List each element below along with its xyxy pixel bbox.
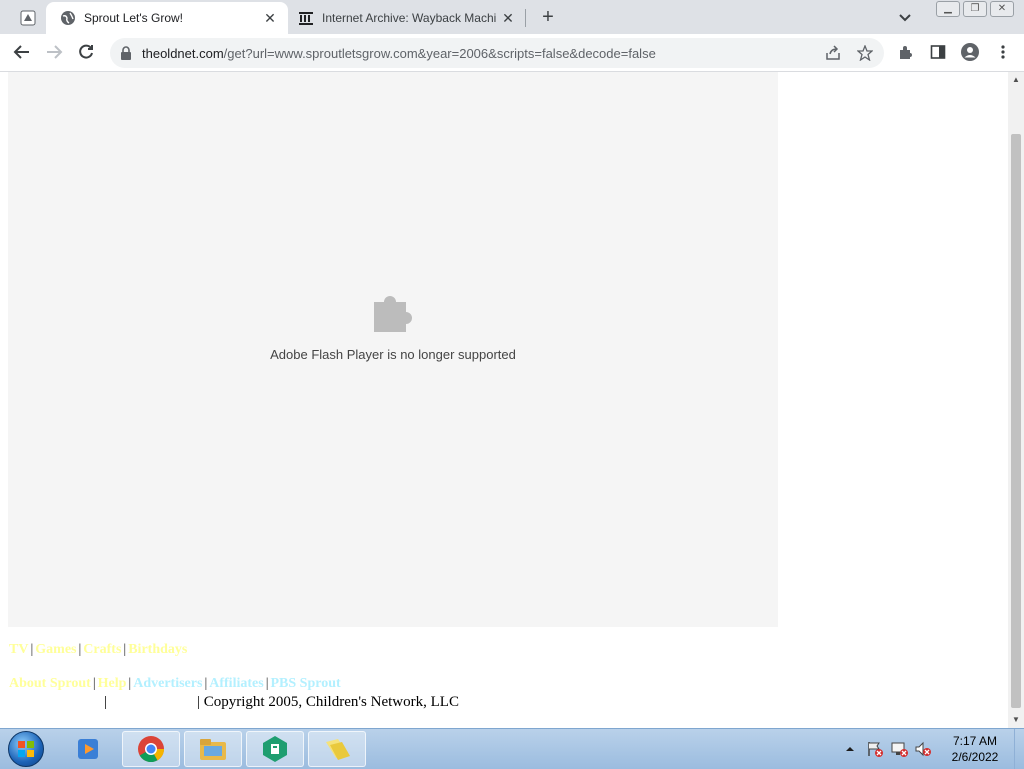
minimize-icon[interactable]: ▁ <box>936 1 960 17</box>
tab-sprout[interactable]: Sprout Let's Grow! ✕ <box>46 2 288 34</box>
nav-link-about[interactable]: About Sprout <box>9 676 91 691</box>
archive-icon <box>298 10 314 26</box>
site-nav-primary: TV | Games | Crafts | Birthdays <box>9 642 187 658</box>
file-explorer-icon <box>200 739 226 760</box>
nav-separator: | <box>204 676 208 691</box>
nav-link-crafts[interactable]: Crafts <box>83 642 121 657</box>
extensions-icon[interactable] <box>897 43 915 61</box>
new-tab-icon[interactable]: + <box>537 6 559 28</box>
tab-close-icon[interactable]: ✕ <box>500 10 516 26</box>
page-viewport: Adobe Flash Player is no longer supporte… <box>0 72 1008 728</box>
nav-link-tv[interactable]: TV <box>9 642 28 657</box>
menu-icon[interactable] <box>994 43 1012 61</box>
green-app-icon <box>263 736 287 762</box>
flash-plugin-area: Adobe Flash Player is no longer supporte… <box>8 72 778 627</box>
close-icon[interactable]: ✕ <box>990 1 1014 17</box>
nav-separator: | <box>128 676 132 691</box>
nav-link-affiliates[interactable]: Affiliates <box>209 676 263 691</box>
media-player-icon <box>78 739 98 759</box>
nav-separator: | <box>123 642 127 657</box>
taskbar-folder-app[interactable] <box>308 731 366 767</box>
window-controls: ▁ ❐ ✕ <box>933 1 1014 17</box>
address-bar[interactable]: theoldnet.com/get?url=www.sproutletsgrow… <box>110 38 884 68</box>
volume-muted-icon[interactable] <box>914 740 932 758</box>
clock-time: 7:17 AM <box>952 734 998 748</box>
nav-link-games[interactable]: Games <box>35 642 76 657</box>
folder-app-icon <box>326 739 350 760</box>
scroll-down-icon[interactable]: ▼ <box>1008 712 1024 728</box>
profile-icon[interactable] <box>961 43 979 61</box>
windows-taskbar: 7:17 AM 2/6/2022 <box>0 728 1024 769</box>
scroll-up-icon[interactable]: ▲ <box>1008 72 1024 88</box>
show-desktop-button[interactable] <box>1014 729 1024 769</box>
copyright-row: | | Copyright 2005, Children's Network, L… <box>9 694 459 711</box>
nav-separator: | <box>265 676 269 691</box>
url-host: theoldnet.com <box>142 46 224 61</box>
browser-toolbar: theoldnet.com/get?url=www.sproutletsgrow… <box>0 34 1024 72</box>
puzzle-piece-icon <box>374 296 412 332</box>
tab-title: Sprout Let's Grow! <box>84 11 183 25</box>
action-center-icon[interactable] <box>866 740 884 758</box>
lock-icon[interactable] <box>120 46 132 60</box>
copyright-text: | Copyright 2005, Children's Network, LL… <box>197 694 459 710</box>
chrome-icon <box>138 736 165 763</box>
start-button[interactable] <box>6 731 46 767</box>
pinned-tab[interactable] <box>14 6 42 30</box>
taskbar-green-app[interactable] <box>246 731 304 767</box>
taskbar-file-explorer[interactable] <box>184 731 242 767</box>
network-icon[interactable] <box>890 740 908 758</box>
nav-link-pbs-sprout[interactable]: PBS Sprout <box>271 676 341 691</box>
nav-separator: | <box>78 642 82 657</box>
back-icon[interactable] <box>11 41 33 63</box>
flash-unsupported-message: Adobe Flash Player is no longer supporte… <box>270 347 516 362</box>
restore-icon[interactable]: ❐ <box>963 1 987 17</box>
tab-title: Internet Archive: Wayback Machi <box>322 11 497 25</box>
nav-separator: | <box>30 642 34 657</box>
nav-link-advertisers[interactable]: Advertisers <box>133 676 202 691</box>
url-text[interactable]: theoldnet.com/get?url=www.sproutletsgrow… <box>142 46 656 61</box>
tab-close-icon[interactable]: ✕ <box>262 10 278 26</box>
share-icon[interactable] <box>824 44 842 62</box>
tab-separator <box>525 9 526 27</box>
tab-wayback[interactable]: Internet Archive: Wayback Machi ✕ <box>288 2 526 34</box>
tab-strip: Sprout Let's Grow! ✕ Internet Archive: W… <box>0 0 1024 34</box>
side-panel-icon[interactable] <box>929 43 947 61</box>
site-nav-secondary: About Sprout | Help | Advertisers | Affiliates… <box>9 676 341 692</box>
nav-link-help[interactable]: Help <box>98 676 127 691</box>
chevron-down-icon[interactable] <box>896 8 914 26</box>
scrollbar-thumb[interactable] <box>1011 134 1021 708</box>
nav-link-birthdays[interactable]: Birthdays <box>128 642 187 657</box>
forward-icon[interactable] <box>43 41 65 63</box>
clock-date: 2/6/2022 <box>951 750 999 764</box>
nav-separator: | <box>92 676 96 691</box>
url-path: /get?url=www.sproutletsgrow.com&year=200… <box>223 46 656 61</box>
system-clock[interactable]: 7:17 AM 2/6/2022 <box>940 733 1010 765</box>
star-icon[interactable] <box>856 44 874 62</box>
taskbar-media-player[interactable] <box>60 731 118 767</box>
taskbar-chrome[interactable] <box>122 731 180 767</box>
globe-icon <box>60 10 76 26</box>
nav-separator: | <box>104 694 108 710</box>
reload-icon[interactable] <box>75 41 97 63</box>
pinned-app-icon <box>20 10 36 26</box>
notification-tray <box>844 729 932 769</box>
vertical-scrollbar[interactable]: ▲ ▼ <box>1008 72 1024 728</box>
windows-logo-icon <box>8 731 44 767</box>
chevron-up-icon[interactable] <box>844 743 856 755</box>
